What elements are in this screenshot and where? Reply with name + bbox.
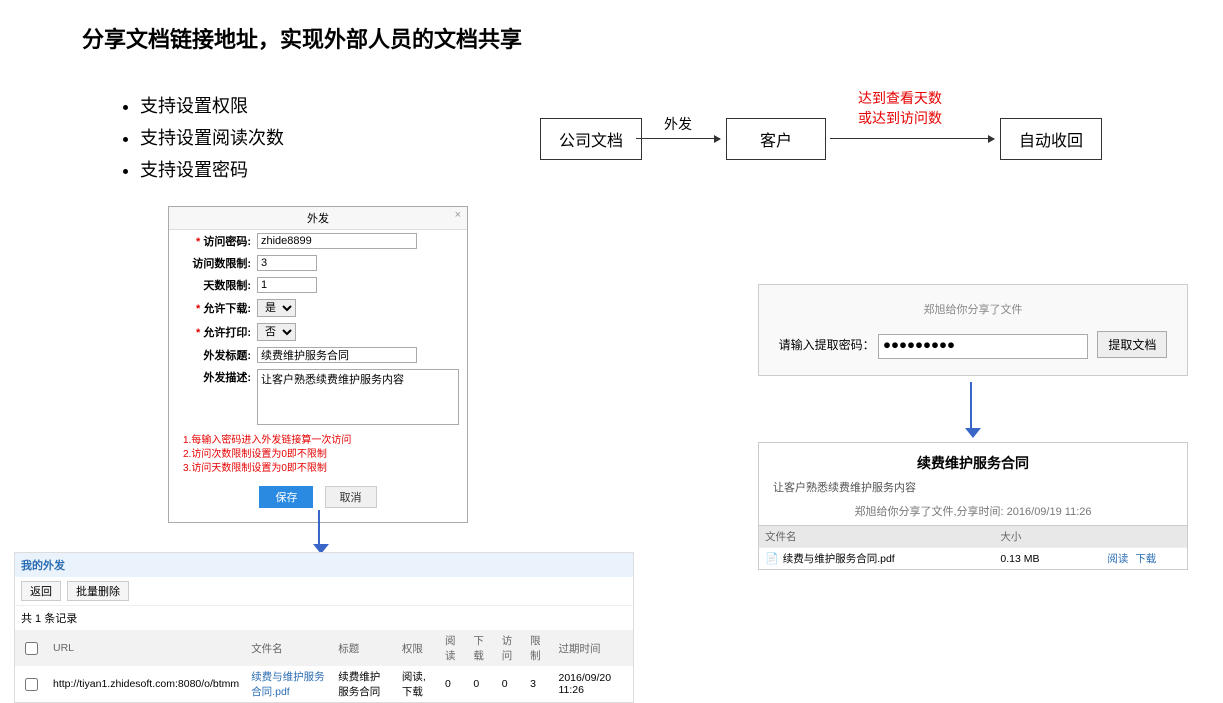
bullet-3: 支持设置密码 (140, 154, 284, 186)
feature-bullets: 支持设置权限 支持设置阅读次数 支持设置密码 (100, 90, 284, 186)
arrow-password-to-file (970, 382, 972, 430)
cell-filename[interactable]: 续费与维护服务合同.pdf (245, 666, 332, 702)
password-prompt: 请输入提取密码： (779, 338, 875, 352)
send-desc-textarea[interactable]: 让客户熟悉续费维护服务内容 (257, 369, 459, 425)
file-col-name: 文件名 (759, 526, 994, 548)
note-2: 2.访问次数限制设置为0即不限制 (183, 448, 453, 462)
password-input[interactable] (257, 233, 417, 249)
file-card: 续费维护服务合同 让客户熟悉续费维护服务内容 郑旭给你分享了文件,分享时间: 2… (758, 442, 1188, 570)
record-count: 共 1 条记录 (15, 606, 633, 630)
cell-visit: 0 (496, 666, 524, 702)
pdf-icon (765, 553, 783, 565)
extract-button[interactable]: 提取文档 (1097, 331, 1167, 358)
allow-print-label: 允许打印: (177, 324, 257, 340)
sends-table: URL 文件名 标题 权限 阅读 下载 访问 限制 过期时间 http://ti… (15, 630, 633, 702)
flow-arrow-2 (830, 138, 994, 139)
cell-expire: 2016/09/20 11:26 (552, 666, 633, 702)
password-label: 访问密码: (177, 233, 257, 249)
file-card-title: 续费维护服务合同 (759, 443, 1187, 477)
page-title: 分享文档链接地址，实现外部人员的文档共享 (82, 22, 522, 54)
file-card-sub: 让客户熟悉续费维护服务内容 (759, 477, 1187, 497)
select-all-checkbox[interactable] (25, 642, 38, 655)
bullet-2: 支持设置阅读次数 (140, 122, 284, 154)
col-perm: 权限 (396, 630, 439, 666)
close-icon[interactable]: × (455, 209, 461, 221)
note-1: 1.每输入密码进入外发链接算一次访问 (183, 434, 453, 448)
table-row: http://tiyan1.zhidesoft.com:8080/o/btmm … (15, 666, 633, 702)
allow-print-select[interactable]: 否 (257, 323, 296, 341)
save-button[interactable]: 保存 (259, 486, 313, 508)
send-desc-label: 外发描述: (177, 369, 257, 385)
cell-title: 续费维护服务合同 (332, 666, 396, 702)
note-3: 3.访问天数限制设置为0即不限制 (183, 462, 453, 476)
allow-download-label: 允许下载: (177, 300, 257, 316)
file-col-size: 大小 (994, 526, 1101, 548)
row-checkbox[interactable] (25, 678, 38, 691)
cell-limit: 3 (524, 666, 552, 702)
file-row: 续费与维护服务合同.pdf 0.13 MB 阅读 下载 (759, 548, 1187, 570)
file-name: 续费与维护服务合同.pdf (783, 553, 895, 565)
my-sends-panel: 我的外发 返回 批量删除 共 1 条记录 URL 文件名 标题 权限 阅读 下载… (14, 552, 634, 703)
visit-limit-input[interactable] (257, 255, 317, 271)
cell-read: 0 (439, 666, 467, 702)
panel-header: 我的外发 (15, 553, 633, 577)
cell-download: 0 (467, 666, 495, 702)
allow-download-select[interactable]: 是 (257, 299, 296, 317)
col-visit: 访问 (496, 630, 524, 666)
col-expire: 过期时间 (552, 630, 633, 666)
visit-limit-label: 访问数限制: (177, 255, 257, 271)
col-limit: 限制 (524, 630, 552, 666)
extract-password-input[interactable] (878, 334, 1088, 359)
cell-perm: 阅读,下载 (396, 666, 439, 702)
read-link[interactable]: 阅读 (1107, 553, 1128, 565)
dialog-title: 外发 (307, 213, 329, 225)
back-button[interactable]: 返回 (21, 581, 61, 601)
flow-label-visits: 或达到访问数 (858, 108, 942, 128)
password-card: 郑旭给你分享了文件 请输入提取密码： 提取文档 (758, 284, 1188, 376)
day-limit-input[interactable] (257, 277, 317, 293)
col-read: 阅读 (439, 630, 467, 666)
flow-box-client: 客户 (726, 118, 826, 160)
batch-delete-button[interactable]: 批量删除 (67, 581, 129, 601)
send-title-input[interactable] (257, 347, 417, 363)
flow-label-days: 达到查看天数 (858, 88, 942, 108)
col-filename: 文件名 (245, 630, 332, 666)
file-table: 文件名 大小 续费与维护服务合同.pdf 0.13 MB 阅读 下载 (759, 525, 1187, 569)
send-title-label: 外发标题: (177, 347, 257, 363)
download-link[interactable]: 下载 (1135, 553, 1156, 565)
file-size: 0.13 MB (994, 548, 1101, 570)
send-dialog: 外发 × 访问密码: 访问数限制: 天数限制: 允许下载: 是 允许打印: 否 … (168, 206, 468, 523)
share-by-text: 郑旭给你分享了文件 (775, 301, 1171, 317)
day-limit-label: 天数限制: (177, 277, 257, 293)
file-card-meta: 郑旭给你分享了文件,分享时间: 2016/09/19 11:26 (759, 497, 1187, 525)
dialog-notes: 1.每输入密码进入外发链接算一次访问 2.访问次数限制设置为0即不限制 3.访问… (169, 428, 467, 476)
dialog-header: 外发 × (169, 207, 467, 230)
flow-box-company-doc: 公司文档 (540, 118, 642, 160)
arrow-dialog-to-table (318, 510, 320, 546)
col-download: 下载 (467, 630, 495, 666)
flow-box-auto-recall: 自动收回 (1000, 118, 1102, 160)
cancel-button[interactable]: 取消 (325, 486, 377, 508)
bullet-1: 支持设置权限 (140, 90, 284, 122)
flow-label-send: 外发 (664, 114, 692, 134)
col-url: URL (47, 630, 245, 666)
cell-url: http://tiyan1.zhidesoft.com:8080/o/btmm (47, 666, 245, 702)
flow-arrow-1 (636, 138, 720, 139)
col-title: 标题 (332, 630, 396, 666)
